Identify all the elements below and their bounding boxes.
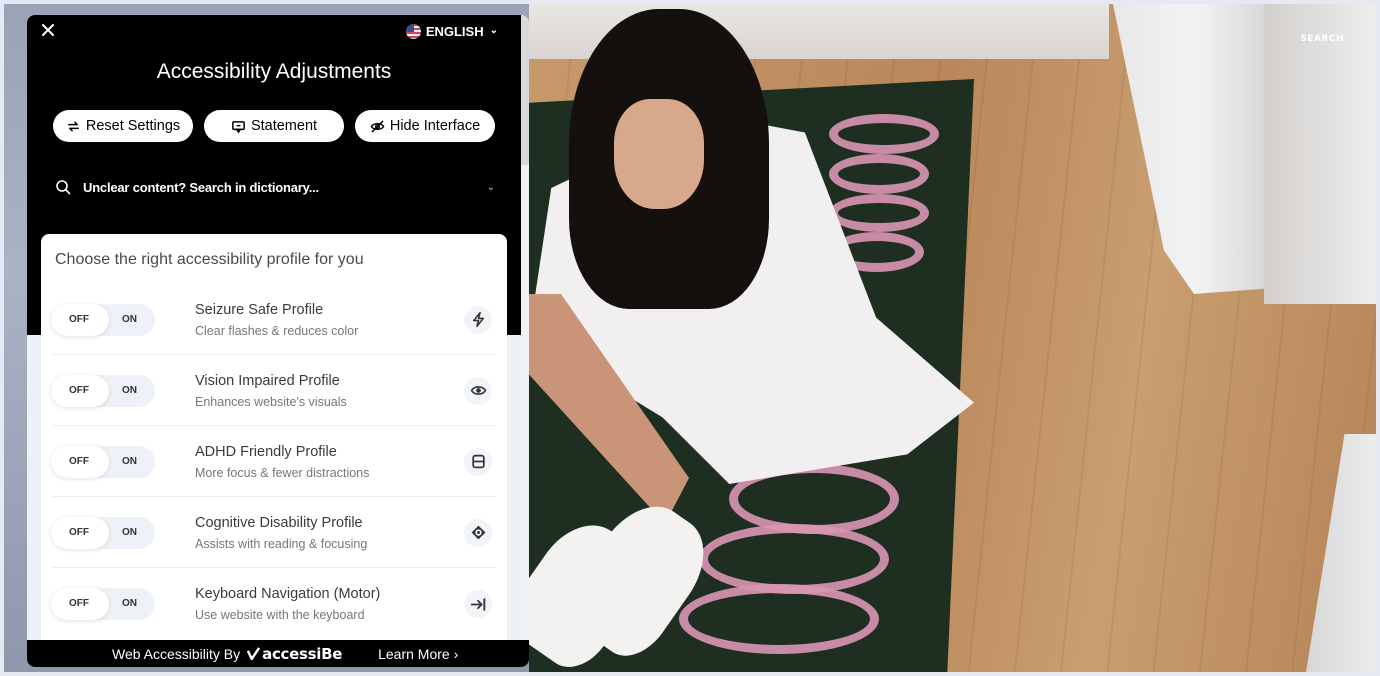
rug-ribbon [679,584,879,654]
target-icon [464,518,492,547]
profile-description: Use website with the keyboard [195,608,365,622]
toggle-off-label: OFF [69,455,89,467]
profile-adhd-friendly: OFF ON ADHD Friendly Profile More focus … [51,427,496,497]
rug-ribbon [829,194,929,232]
rug-ribbon [829,154,929,194]
toggle-off-label: OFF [69,384,89,396]
toggle-on-label: ON [122,526,137,538]
site-search-link[interactable]: SEARCH [1300,34,1344,44]
profile-name: ADHD Friendly Profile [195,443,337,460]
close-icon [42,24,54,36]
reset-settings-label: Reset Settings [85,118,181,134]
reset-icon [67,121,79,131]
cognitive-disability-toggle[interactable]: OFF ON [51,516,155,549]
profile-cognitive-disability: OFF ON Cognitive Disability Profile Assi… [51,498,496,568]
toggle-on-label: ON [122,598,137,609]
toggle-off-label: OFF [69,598,89,609]
brand-name: accessiBe [262,644,343,663]
profile-description: Assists with reading & focusing [195,536,368,551]
statement-button[interactable]: Statement [204,110,344,142]
panel-scrollbar[interactable] [521,15,529,640]
panel-title: Accessibility Adjustments [156,60,392,83]
eye-icon [464,376,492,405]
seizure-safe-toggle[interactable]: OFF ON [51,303,155,336]
chevron-down-icon: ⌄ [486,181,495,193]
learn-more-link[interactable]: Learn More › [378,646,458,662]
profile-text: ADHD Friendly Profile More focus & fewer… [195,444,464,480]
toggle-on-label: ON [122,455,137,467]
scroll-thumb[interactable] [521,15,529,165]
toggle-off-label: OFF [69,313,89,325]
profile-description: Clear flashes & reduces color [195,323,359,338]
lightning-icon [464,305,492,334]
toggle-off-label: OFF [69,526,89,538]
profiles-card: Choose the right accessibility profile f… [41,234,507,654]
panel-footer: Web Accessibility By accessiBe Learn Mor… [27,640,529,667]
keyboard-navigation-toggle[interactable]: OFF ON [51,588,155,620]
rug-ribbon [829,114,939,154]
dictionary-search[interactable]: Unclear content? Search in dictionary...… [55,175,495,199]
profile-text: Seizure Safe Profile Clear flashes & red… [195,302,464,338]
statement-label: Statement [250,118,318,134]
hide-interface-button[interactable]: Hide Interface [355,110,495,142]
profile-text: Cognitive Disability Profile Assists wit… [195,515,464,551]
profile-text: Vision Impaired Profile Enhances website… [195,373,464,409]
profile-name: Seizure Safe Profile [195,301,324,318]
profile-name: Keyboard Navigation (Motor) [195,586,381,602]
profile-description: Enhances website's visuals [195,394,347,409]
hide-interface-label: Hide Interface [389,118,481,134]
profiles-heading: Choose the right accessibility profile f… [55,251,364,268]
reset-settings-button[interactable]: Reset Settings [53,110,193,142]
focus-frame-icon [464,447,492,476]
dictionary-placeholder: Unclear content? Search in dictionary... [83,179,319,195]
hide-icon [370,120,385,132]
toggle-on-label: ON [122,313,137,325]
web-page: SEARCH ENGLISH ⌄ Accessibility Adjustmen… [4,4,1376,672]
door-frame [1264,4,1376,304]
profile-name: Cognitive Disability Profile [195,514,363,531]
accessibility-panel: ENGLISH ⌄ Accessibility Adjustments Rese… [27,15,529,667]
profile-name: Vision Impaired Profile [195,372,340,389]
statement-icon [232,120,245,133]
close-button[interactable] [39,22,57,40]
toggle-on-label: ON [122,384,137,396]
tab-arrow-icon [464,590,492,618]
profile-description: More focus & fewer distractions [195,465,370,480]
profile-text: Keyboard Navigation (Motor) Use website … [195,586,464,622]
accessibe-logo-icon [247,647,261,660]
language-label: ENGLISH [425,24,484,39]
us-flag-icon [405,24,421,39]
action-buttons: Reset Settings Statement Hide Interface [53,110,495,142]
vision-impaired-toggle[interactable]: OFF ON [51,374,155,407]
profile-seizure-safe: OFF ON Seizure Safe Profile Clear flashe… [51,285,496,355]
adhd-friendly-toggle[interactable]: OFF ON [51,445,155,478]
profile-keyboard-navigation: OFF ON Keyboard Navigation (Motor) Use w… [51,569,496,639]
chevron-down-icon: ⌄ [489,25,498,36]
footer-by-label: Web Accessibility By [112,645,241,662]
hero-photo: SEARCH [529,4,1376,672]
search-icon [56,180,71,195]
accessibe-link[interactable]: accessiBe [247,645,342,663]
face [614,99,704,209]
profile-vision-impaired: OFF ON Vision Impaired Profile Enhances … [51,356,496,426]
language-selector[interactable]: ENGLISH ⌄ [405,24,498,39]
